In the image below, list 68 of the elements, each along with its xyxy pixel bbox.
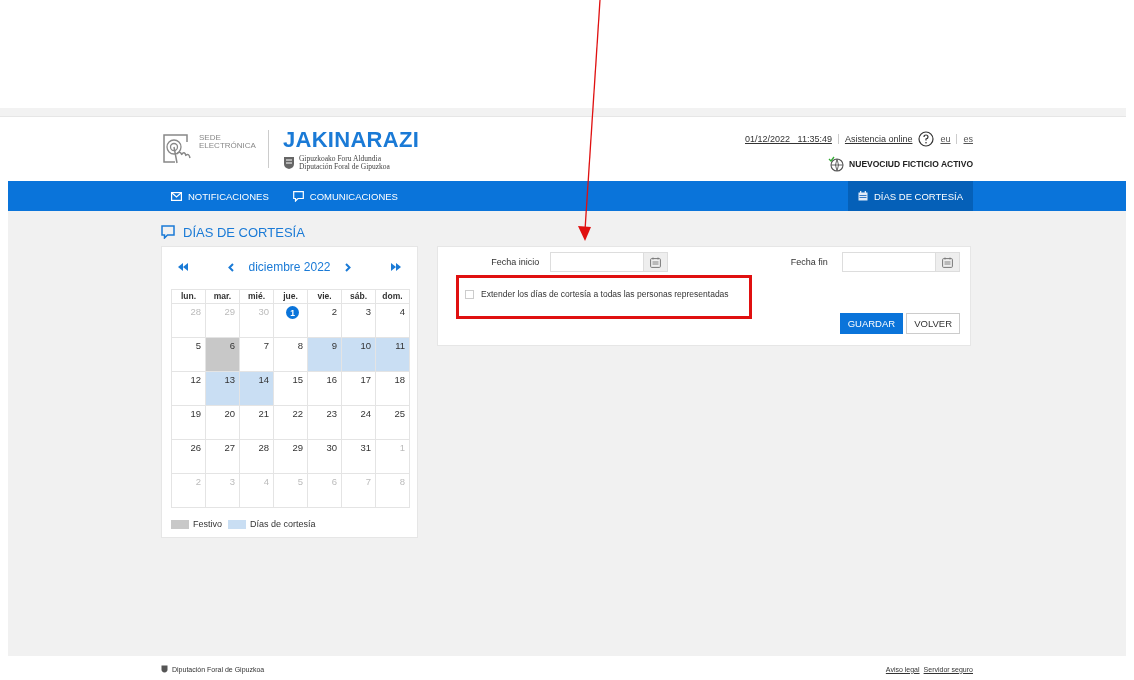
language-link[interactable]: es — [963, 134, 973, 144]
weekday-header: mié. — [240, 289, 274, 304]
weekday-header: mar. — [206, 289, 240, 304]
calendar-day[interactable]: 23 — [308, 406, 342, 440]
double-right-arrow-icon[interactable] — [391, 263, 401, 271]
calendar-day[interactable]: 6 — [206, 338, 240, 372]
calendar-day[interactable]: 1 — [274, 304, 308, 338]
chevron-right-icon[interactable] — [344, 262, 351, 272]
double-left-arrow-icon[interactable] — [178, 263, 188, 271]
assistance-link[interactable]: Asistencia online — [844, 134, 913, 144]
field-label: Fecha inicio — [490, 257, 541, 267]
calendar-day[interactable]: 15 — [274, 372, 308, 406]
language-link[interactable]: eu — [940, 134, 951, 144]
calendar-day[interactable]: 14 — [240, 372, 274, 406]
weekday-header: sáb. — [342, 289, 376, 304]
help-icon[interactable] — [918, 131, 935, 147]
calendar-day[interactable]: 26 — [172, 440, 206, 474]
calendar-day[interactable]: 19 — [172, 406, 206, 440]
calendar-day[interactable]: 31 — [342, 440, 376, 474]
calendar-day[interactable]: 10 — [342, 338, 376, 372]
calendar-day[interactable]: 22 — [274, 406, 308, 440]
user-name: NUEVOCIUD FICTICIO ACTIVO — [849, 159, 973, 169]
calendar-day[interactable]: 27 — [206, 440, 240, 474]
calendar-icon — [857, 191, 868, 201]
field-label: Fecha fin — [789, 257, 829, 267]
calendar-day[interactable]: 28 — [240, 440, 274, 474]
legend-label: Festivo — [193, 519, 222, 529]
checkbox[interactable] — [465, 289, 474, 299]
calendar-day[interactable]: 13 — [206, 372, 240, 406]
calendar-day[interactable]: 18 — [376, 372, 410, 406]
save-button[interactable]: GUARDAR — [839, 313, 904, 334]
envelope-icon — [171, 191, 182, 201]
datetime-link[interactable]: 01/12/2022 11:35:49 — [745, 134, 832, 144]
calendar-day[interactable]: 21 — [240, 406, 274, 440]
coat-of-arms-icon — [282, 156, 295, 170]
nav-tab[interactable]: COMUNICACIONES — [292, 181, 406, 211]
checkbox-label: Extender los días de cortesía a todas las personas representadas — [481, 289, 729, 299]
calendar-day[interactable]: 20 — [206, 406, 240, 440]
weekday-header: jue. — [274, 289, 308, 304]
nav-tab[interactable]: NOTIFICACIONES — [171, 181, 277, 211]
globe-check-icon — [828, 156, 845, 172]
back-button[interactable]: VOLVER — [906, 313, 960, 334]
speech-bubble-icon — [292, 190, 304, 202]
calendar-day[interactable]: 9 — [308, 338, 342, 372]
weekday-header: lun. — [172, 289, 206, 304]
logo-text: SEDE — [199, 134, 221, 142]
calendar-day[interactable]: 17 — [342, 372, 376, 406]
calendar-icon[interactable] — [650, 256, 662, 268]
weekday-header: dom. — [376, 289, 410, 304]
calendar-icon[interactable] — [941, 256, 953, 268]
nav-tab[interactable]: DÍAS DE CORTESÍA — [847, 181, 973, 211]
calendar-day[interactable]: 16 — [308, 372, 342, 406]
weekday-header: vie. — [308, 289, 342, 304]
date-field[interactable] — [550, 252, 669, 272]
page-title: DÍAS DE CORTESÍA — [183, 224, 305, 240]
calendar-day[interactable]: 30 — [308, 440, 342, 474]
today-marker: 1 — [286, 306, 299, 319]
coat-of-arms-icon — [161, 665, 168, 673]
legend-label: Días de cortesía — [250, 519, 316, 529]
date-field[interactable] — [841, 252, 960, 272]
calendar-day[interactable]: 24 — [342, 406, 376, 440]
speech-bubble-icon — [161, 225, 175, 239]
month-title: diciembre 2022 — [248, 260, 331, 274]
calendar-day[interactable]: 25 — [376, 406, 410, 440]
app-title: JAKINARAZI — [282, 127, 420, 153]
calendar-day[interactable]: 11 — [376, 338, 410, 372]
calendar-day[interactable]: 29 — [274, 440, 308, 474]
chevron-left-icon[interactable] — [228, 262, 235, 272]
